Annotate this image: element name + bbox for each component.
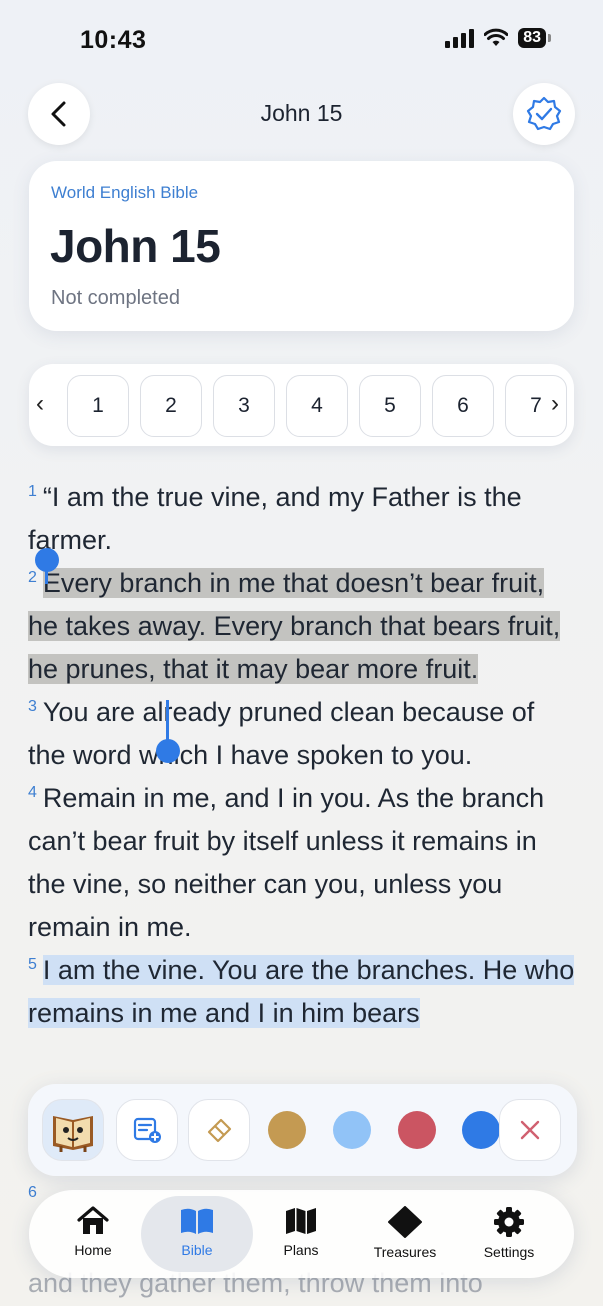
nav-label: Plans: [283, 1242, 319, 1258]
highlight-toolbar: [28, 1084, 577, 1176]
chevron-left-icon[interactable]: ‹: [36, 390, 44, 418]
note-add-icon: [133, 1117, 161, 1143]
highlight-color-blue[interactable]: [462, 1111, 500, 1149]
selected-verse-text[interactable]: Every branch in me that doesn’t bear fru…: [28, 568, 561, 684]
battery-icon: 83: [518, 28, 551, 48]
nav-label: Bible: [181, 1242, 213, 1258]
highlighted-verse-text[interactable]: I am the vine. You are the branches. He …: [28, 955, 575, 1028]
status-time: 10:43: [80, 26, 147, 54]
wifi-icon: [484, 28, 509, 46]
verse-text[interactable]: “I am the true vine, and my Father is th…: [28, 482, 522, 555]
bible-character-button[interactable]: [42, 1099, 104, 1161]
nav-bible[interactable]: Bible: [141, 1196, 253, 1272]
verse-number: 1: [28, 483, 37, 500]
chapter-chip[interactable]: 6: [432, 375, 494, 437]
chapter-chip[interactable]: 3: [213, 375, 275, 437]
eraser-button[interactable]: [188, 1099, 250, 1161]
chapter-card: World English Bible John 15 Not complete…: [29, 161, 574, 331]
completion-status: Not completed: [51, 287, 180, 309]
chapter-chip[interactable]: 2: [140, 375, 202, 437]
map-icon: [286, 1208, 316, 1234]
highlight-color-light-blue[interactable]: [333, 1111, 371, 1149]
verse[interactable]: 3 You are already pruned clean because of…: [28, 691, 578, 777]
chapter-chip[interactable]: 4: [286, 375, 348, 437]
chapter-chip[interactable]: 5: [359, 375, 421, 437]
nav-plans[interactable]: Plans: [245, 1196, 357, 1272]
selection-start-handle[interactable]: [35, 548, 59, 572]
nav-settings[interactable]: Settings: [453, 1196, 565, 1272]
verse-number: 2: [28, 569, 37, 586]
chapter-title: John 15: [50, 220, 221, 272]
verse-number: 5: [28, 956, 37, 973]
chapter-chip[interactable]: 1: [67, 375, 129, 437]
verse-number: 6: [28, 1184, 37, 1201]
add-note-button[interactable]: [116, 1099, 178, 1161]
open-book-character-icon: [53, 1116, 93, 1152]
nav-treasures[interactable]: Treasures: [349, 1196, 461, 1272]
bottom-nav: Home Bible Plans Treasures Settings: [29, 1190, 574, 1278]
nav-label: Home: [74, 1242, 112, 1258]
nav-label: Treasures: [373, 1244, 437, 1260]
nav-label: Settings: [483, 1244, 535, 1260]
chapter-selector: ‹ 1 2 3 4 5 6 7 ›: [29, 364, 574, 446]
chevron-right-icon[interactable]: ›: [551, 390, 559, 418]
verse-number: 3: [28, 698, 37, 715]
selection-end-bar: [166, 700, 169, 742]
close-icon: [520, 1120, 540, 1140]
verse[interactable]: 2 Every branch in me that doesn’t bear fr…: [28, 562, 578, 691]
verse-text[interactable]: You are already pruned clean because of …: [28, 697, 534, 770]
nav-home[interactable]: Home: [37, 1196, 149, 1272]
verse[interactable]: 4 Remain in me, and I in you. As the bran…: [28, 777, 578, 949]
selection-end-handle[interactable]: [156, 739, 180, 763]
verse-number: 4: [28, 784, 37, 801]
highlight-color-gold[interactable]: [268, 1111, 306, 1149]
battery-level: 83: [518, 28, 546, 48]
gear-icon: [494, 1207, 524, 1237]
home-icon: [77, 1206, 109, 1234]
status-icons: 83: [445, 28, 551, 48]
verse-text[interactable]: Remain in me, and I in you. As the branc…: [28, 783, 544, 942]
book-icon: [181, 1208, 213, 1234]
close-toolbar-button[interactable]: [499, 1099, 561, 1161]
highlight-color-red[interactable]: [398, 1111, 436, 1149]
cellular-signal-icon: [445, 28, 475, 48]
diamond-icon: [388, 1206, 422, 1238]
status-bar: 10:43 83: [0, 0, 603, 80]
verse[interactable]: 1 “I am the true vine, and my Father is t…: [28, 476, 578, 562]
verse[interactable]: 5I am the vine. You are the branches. He…: [28, 949, 578, 1035]
verified-badge-icon: [526, 96, 562, 131]
translation-label[interactable]: World English Bible: [51, 183, 198, 203]
eraser-icon: [207, 1118, 232, 1143]
scripture-text[interactable]: 1 “I am the true vine, and my Father is t…: [28, 476, 578, 1035]
mark-complete-button[interactable]: [513, 83, 575, 145]
